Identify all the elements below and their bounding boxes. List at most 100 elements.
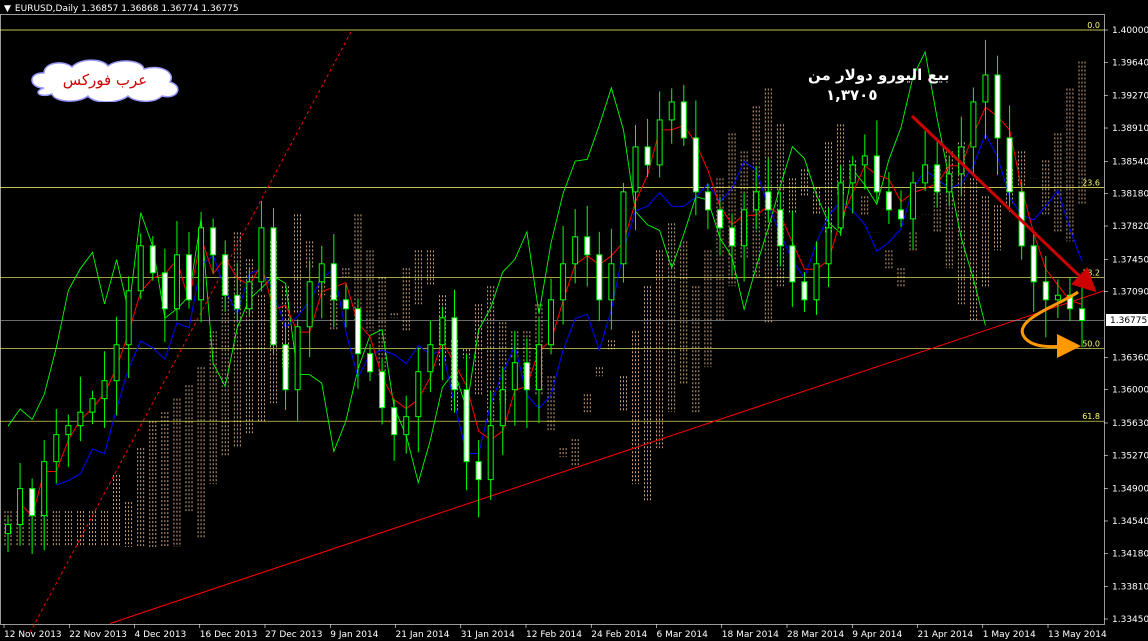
candle-body [608, 263, 615, 301]
candle-body [282, 344, 289, 391]
candle [885, 171, 892, 225]
candle [849, 155, 856, 214]
time-axis-label: 9 Apr 2014 [852, 630, 902, 640]
candle-body [813, 263, 820, 301]
candle-body [837, 182, 844, 229]
candle-body [861, 155, 868, 166]
candle [873, 120, 880, 203]
candle [77, 376, 84, 442]
candle [668, 88, 675, 144]
price-axis-label: 1.35630 [1112, 419, 1148, 429]
candle [837, 165, 844, 236]
uptrend-line [109, 290, 1105, 624]
candle [946, 155, 953, 207]
candle-body [934, 164, 941, 193]
candle [137, 233, 144, 300]
candle [1030, 234, 1037, 312]
price-axis-label: 1.39640 [1112, 58, 1148, 68]
candle [282, 322, 289, 410]
price-axis-label: 1.34900 [1112, 485, 1148, 495]
annotation-line2: ١,٣٧٠٥ [826, 86, 878, 104]
time-axis-label: 31 Jan 2014 [461, 630, 515, 640]
candle [415, 347, 422, 453]
candle [198, 211, 205, 323]
candlesticks [5, 39, 1085, 554]
candle-body [415, 371, 422, 418]
fib-level-label: 50.0 [1082, 339, 1100, 348]
candle [125, 276, 132, 379]
candle-body [572, 236, 579, 265]
candle [17, 462, 24, 546]
time-axis-label: 6 Mar 2014 [657, 630, 709, 640]
candle [523, 338, 530, 429]
time-axis-label: 28 Mar 2014 [787, 630, 844, 640]
price-axis-label: 1.38540 [1112, 157, 1148, 167]
candle-body [644, 146, 651, 166]
candle-body [463, 389, 470, 463]
candle [173, 221, 180, 321]
logo-text: عرب فوركس [62, 71, 148, 89]
time-axis-label: 13 May 2014 [1048, 630, 1107, 640]
fib-level-label: 61.8 [1082, 412, 1100, 421]
fib-level-label: 38.2 [1082, 268, 1100, 277]
candle-body [318, 263, 325, 283]
candle [801, 271, 808, 313]
symbol-title[interactable]: ▼ EURUSD,Daily 1.36857 1.36868 1.36774 1.… [4, 4, 239, 14]
candle-body [65, 425, 72, 436]
candle-body [1054, 294, 1061, 301]
candle [994, 55, 1001, 175]
candle-body [765, 191, 772, 211]
candle [210, 218, 217, 274]
candle-body [149, 245, 156, 274]
candle [65, 414, 72, 467]
time-axis-label: 12 Nov 2013 [4, 630, 62, 640]
candle-body [5, 524, 11, 535]
candle-body [77, 411, 84, 427]
candle [487, 390, 494, 500]
candle [765, 158, 772, 223]
candle-body [620, 191, 627, 265]
candle-body [680, 101, 687, 139]
candle-body [330, 263, 337, 301]
dropdown-triangle-icon[interactable]: ▼ [4, 4, 11, 14]
candle [475, 440, 482, 518]
candle [379, 358, 386, 425]
candle-body [137, 245, 144, 292]
candle [1079, 272, 1085, 348]
sell-arrow [910, 114, 1097, 293]
candle [258, 200, 265, 292]
candle [113, 316, 120, 416]
candle-body [53, 434, 60, 463]
candle [367, 343, 374, 382]
candle-body [656, 119, 663, 166]
candle-body [994, 74, 1001, 139]
price-axis-label: 1.37820 [1112, 222, 1148, 232]
candle [89, 390, 96, 425]
candle-body [475, 461, 482, 481]
candle [29, 478, 36, 554]
candle [910, 171, 917, 249]
candle-body [342, 299, 349, 310]
candle-body [946, 173, 953, 193]
candle-body [234, 294, 241, 310]
candle-body [173, 254, 180, 310]
candle-body [246, 281, 253, 310]
price-axis-label: 1.36000 [1112, 386, 1148, 396]
symbol-title-text: EURUSD,Daily 1.36857 1.36868 1.36774 1.3… [14, 4, 239, 14]
candle [306, 260, 313, 358]
candle-body [367, 353, 374, 373]
candle-body [729, 227, 736, 247]
candle [572, 209, 579, 284]
candle [548, 278, 555, 355]
candle [922, 130, 929, 191]
price-axis-label: 1.39270 [1112, 92, 1148, 102]
candle [704, 183, 711, 230]
candle-body [596, 254, 603, 301]
candle [270, 207, 277, 356]
candle-body [511, 362, 518, 391]
candle [53, 408, 60, 484]
candle [391, 399, 398, 461]
candle-body [548, 299, 555, 346]
candle [161, 248, 168, 343]
candle [330, 234, 337, 328]
